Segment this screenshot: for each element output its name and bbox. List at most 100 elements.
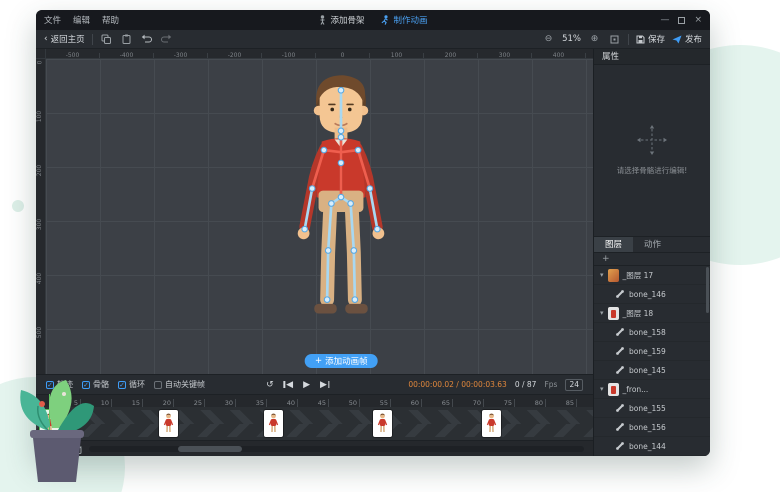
layer-thumbnail bbox=[608, 383, 619, 396]
character-rig[interactable] bbox=[266, 71, 416, 321]
copy-icon[interactable] bbox=[100, 33, 113, 46]
menu-edit[interactable]: 编辑 bbox=[73, 14, 90, 26]
panel-tabs: 图层 动作 bbox=[594, 237, 710, 253]
close-button[interactable]: × bbox=[694, 15, 702, 25]
prev-frame-button[interactable]: ◀ bbox=[284, 380, 293, 390]
tab-actions[interactable]: 动作 bbox=[633, 237, 672, 252]
ruler-tick: 200 bbox=[36, 167, 45, 221]
move-crosshair-icon bbox=[637, 125, 667, 155]
timeline-footer: ⊕ ⊖ bbox=[36, 440, 593, 456]
timeline-scrollbar[interactable] bbox=[89, 446, 584, 452]
bone-row[interactable]: bone_155 bbox=[594, 399, 710, 418]
checkbox-loop-label: 循环 bbox=[129, 379, 145, 390]
menu-file[interactable]: 文件 bbox=[44, 14, 61, 26]
bone-icon bbox=[615, 365, 625, 375]
run-icon bbox=[381, 15, 390, 25]
bone-icon bbox=[615, 441, 625, 451]
timeline-track[interactable] bbox=[36, 407, 593, 440]
timeline-tick: 30 bbox=[205, 399, 236, 407]
caret-down-icon[interactable]: ▾ bbox=[600, 271, 604, 279]
minimize-button[interactable]: — bbox=[660, 15, 669, 25]
caret-down-icon[interactable]: ▾ bbox=[600, 309, 604, 317]
bone-row[interactable]: bone_159 bbox=[594, 342, 710, 361]
timeline-tick: 50 bbox=[329, 399, 360, 407]
zoom-out-icon[interactable]: ⊖ bbox=[542, 33, 555, 46]
layer-group-row[interactable]: ▾ _图层 18 bbox=[594, 304, 710, 323]
toolbar-right: ⊖ 51% ⊕ 保存 发布 bbox=[542, 33, 702, 46]
stage-canvas[interactable]: + 添加动画帧 bbox=[46, 59, 593, 374]
restart-button[interactable]: ↺ bbox=[266, 380, 274, 390]
tab-add-skeleton[interactable]: 添加骨架 bbox=[318, 14, 364, 26]
bone-name: bone_144 bbox=[629, 442, 666, 451]
publish-label: 发布 bbox=[685, 33, 702, 45]
ruler-tick: 0 bbox=[316, 53, 370, 58]
checkbox-loop[interactable]: ✓ 循环 bbox=[118, 379, 145, 390]
timeline: 510152025303540455055606570758085 bbox=[36, 394, 593, 440]
zoom-in-icon[interactable]: ⊕ bbox=[588, 33, 601, 46]
layer-name: _图层 18 bbox=[623, 308, 654, 319]
tab-layers[interactable]: 图层 bbox=[594, 237, 633, 252]
plus-icon: + bbox=[315, 356, 322, 366]
zoom-level[interactable]: 51% bbox=[562, 34, 581, 44]
chevron-pattern bbox=[36, 410, 593, 437]
keyframe-thumbnail[interactable] bbox=[373, 410, 392, 437]
timeline-tick: 35 bbox=[236, 399, 267, 407]
layer-group-row[interactable]: ▾ _图层 17 bbox=[594, 266, 710, 285]
panel-title: 属性 bbox=[594, 49, 710, 65]
ruler-tick: 100 bbox=[370, 53, 424, 58]
canvas-wrap: -500-400-300-200-1000100200300400500 010… bbox=[36, 49, 593, 374]
add-layer-row[interactable]: + bbox=[594, 253, 710, 266]
fps-value[interactable]: 24 bbox=[565, 379, 583, 391]
layer-tree: ▾ _图层 17 bone_146 ▾ _图层 18 bone_158 bbox=[594, 266, 710, 456]
checkbox-icon: ✓ bbox=[154, 381, 162, 389]
timeline-tick: 65 bbox=[422, 399, 453, 407]
menu-help[interactable]: 帮助 bbox=[102, 14, 119, 26]
timeline-tick: 85 bbox=[546, 399, 577, 407]
window-controls: — × bbox=[660, 15, 702, 25]
time-display: 00:00:00.02 / 00:00:03.63 bbox=[408, 380, 507, 389]
caret-down-icon[interactable]: ▾ bbox=[600, 385, 604, 393]
timeline-tick: 70 bbox=[453, 399, 484, 407]
titlebar: 文件 编辑 帮助 添加骨架 制作动画 — × bbox=[36, 10, 710, 30]
ruler-tick: -100 bbox=[262, 53, 316, 58]
back-home-button[interactable]: ‹ 返回主页 bbox=[44, 33, 85, 45]
play-button[interactable]: ▶ bbox=[303, 380, 310, 390]
timeline-ruler[interactable]: 510152025303540455055606570758085 bbox=[36, 394, 593, 407]
publish-button[interactable]: 发布 bbox=[672, 33, 702, 45]
add-frame-button[interactable]: + 添加动画帧 bbox=[305, 354, 378, 368]
timeline-tick: 60 bbox=[391, 399, 422, 407]
bone-row[interactable]: bone_146 bbox=[594, 285, 710, 304]
keyframe-thumbnail[interactable] bbox=[159, 410, 178, 437]
bone-name: bone_145 bbox=[629, 366, 666, 375]
properties-panel: 属性 请选择骨骼进行编辑! 图层 动作 bbox=[593, 49, 710, 456]
fit-screen-icon[interactable] bbox=[608, 33, 621, 46]
ruler-tick: 300 bbox=[478, 53, 532, 58]
empty-hint-text: 请选择骨骼进行编辑! bbox=[617, 165, 688, 176]
ruler-tick: 100 bbox=[36, 113, 45, 167]
keyframe-thumbnail[interactable] bbox=[264, 410, 283, 437]
panel-scrollbar[interactable] bbox=[706, 267, 709, 313]
bone-row[interactable]: bone_156 bbox=[594, 418, 710, 437]
publish-icon bbox=[672, 35, 682, 44]
bone-icon bbox=[615, 327, 625, 337]
redo-icon[interactable] bbox=[160, 33, 173, 46]
layer-thumbnail bbox=[608, 269, 619, 282]
checkbox-auto-keyframe[interactable]: ✓ 自动关键帧 bbox=[154, 379, 205, 390]
undo-icon[interactable] bbox=[140, 33, 153, 46]
bone-row[interactable]: bone_158 bbox=[594, 323, 710, 342]
keyframe-thumbnail[interactable] bbox=[482, 410, 501, 437]
next-frame-button[interactable]: ▶ bbox=[320, 380, 329, 390]
save-button[interactable]: 保存 bbox=[636, 33, 665, 45]
bone-row[interactable]: bone_145 bbox=[594, 361, 710, 380]
tab-make-animation-label: 制作动画 bbox=[394, 14, 428, 26]
scrollbar-thumb[interactable] bbox=[178, 446, 242, 452]
ruler-horizontal: -500-400-300-200-1000100200300400500 bbox=[46, 49, 593, 59]
add-layer-icon: + bbox=[602, 254, 610, 264]
tab-make-animation[interactable]: 制作动画 bbox=[381, 14, 428, 26]
timeline-tick: 25 bbox=[174, 399, 205, 407]
paste-icon[interactable] bbox=[120, 33, 133, 46]
bone-row[interactable]: bone_144 bbox=[594, 437, 710, 456]
maximize-button[interactable] bbox=[678, 17, 685, 24]
mode-tabs: 添加骨架 制作动画 bbox=[318, 14, 427, 26]
layer-group-row[interactable]: ▾ _fron... bbox=[594, 380, 710, 399]
